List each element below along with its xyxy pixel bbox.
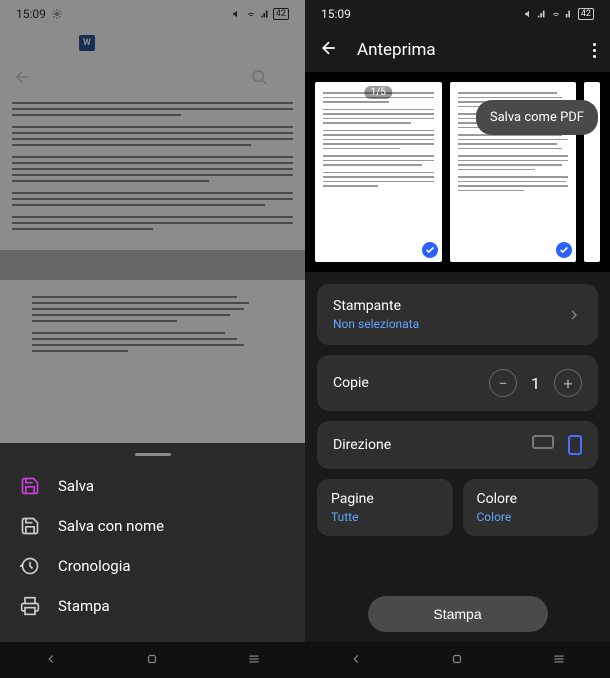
color-label: Colore (477, 491, 585, 507)
nav-home[interactable] (145, 651, 159, 670)
check-icon (556, 242, 572, 258)
preview-header: Anteprima (305, 28, 610, 72)
nav-home-r[interactable] (450, 651, 464, 670)
back-icon (319, 38, 339, 58)
signal-icon-2 (565, 9, 575, 19)
page-indicator: 1/5 (365, 86, 392, 99)
save-icon (20, 476, 40, 496)
nav-back-r[interactable] (349, 651, 363, 670)
copies-value: 1 (531, 374, 540, 393)
check-icon (422, 242, 438, 258)
pages-label: Pagine (331, 491, 439, 507)
statusbar-time-r: 15:09 (321, 7, 351, 21)
preview-title: Anteprima (357, 40, 575, 60)
orientation-landscape[interactable] (532, 435, 554, 449)
print-preview-panel: 15:09 42 Anteprima Salva come PDF 1/5 (305, 0, 610, 678)
chevron-right-icon (566, 307, 582, 323)
pages-value: Tutte (331, 510, 439, 524)
more-button-r[interactable] (593, 43, 596, 58)
nav-recents[interactable] (247, 651, 261, 670)
thumbnail-1[interactable]: 1/5 (315, 82, 442, 262)
sheet-handle[interactable] (135, 453, 171, 456)
copies-increase[interactable]: + (554, 369, 582, 397)
print-icon (20, 596, 40, 616)
wifi-icon (550, 9, 562, 19)
signal-icon (537, 9, 547, 19)
menu-save-as[interactable]: Salva con nome (0, 506, 305, 546)
printer-label: Stampante (333, 298, 419, 314)
menu-save[interactable]: Salva (0, 466, 305, 506)
print-button[interactable]: Stampa (368, 596, 548, 632)
menu-save-as-label: Salva con nome (58, 517, 164, 535)
nav-recents-r[interactable] (552, 651, 566, 670)
android-navbar-right (305, 642, 610, 678)
nav-back[interactable] (44, 651, 58, 670)
printer-row[interactable]: Stampante Non selezionata (317, 284, 598, 345)
battery-text-r: 42 (578, 8, 594, 20)
menu-print[interactable]: Stampa (0, 586, 305, 626)
mute-icon (524, 9, 534, 19)
menu-save-label: Salva (58, 477, 94, 495)
word-app-panel: 15:09 42 W Documento · Salvato (0, 0, 305, 678)
orientation-label: Direzione (333, 437, 391, 453)
copies-label: Copie (333, 375, 369, 391)
print-settings: Stampante Non selezionata Copie − 1 + Di… (305, 272, 610, 548)
pages-row[interactable]: Pagine Tutte (317, 479, 453, 536)
save-as-icon (20, 516, 40, 536)
bottom-sheet: Salva Salva con nome Cronologia Stampa (0, 443, 305, 642)
copies-decrease[interactable]: − (489, 369, 517, 397)
copies-stepper: − 1 + (489, 369, 582, 397)
orientation-row: Direzione (317, 421, 598, 469)
print-bar: Stampa (305, 586, 610, 642)
menu-print-label: Stampa (58, 597, 110, 615)
menu-history-label: Cronologia (58, 557, 131, 575)
color-row[interactable]: Colore Colore (463, 479, 599, 536)
back-button-r[interactable] (319, 38, 339, 62)
history-icon (20, 556, 40, 576)
printer-value: Non selezionata (333, 317, 419, 331)
copies-row: Copie − 1 + (317, 355, 598, 411)
more-icon-r (593, 43, 596, 58)
statusbar-right: 15:09 42 (305, 0, 610, 28)
android-navbar-left (0, 642, 305, 678)
color-value: Colore (477, 510, 585, 524)
menu-history[interactable]: Cronologia (0, 546, 305, 586)
orientation-portrait[interactable] (568, 435, 582, 455)
save-pdf-button[interactable]: Salva come PDF (476, 100, 598, 135)
